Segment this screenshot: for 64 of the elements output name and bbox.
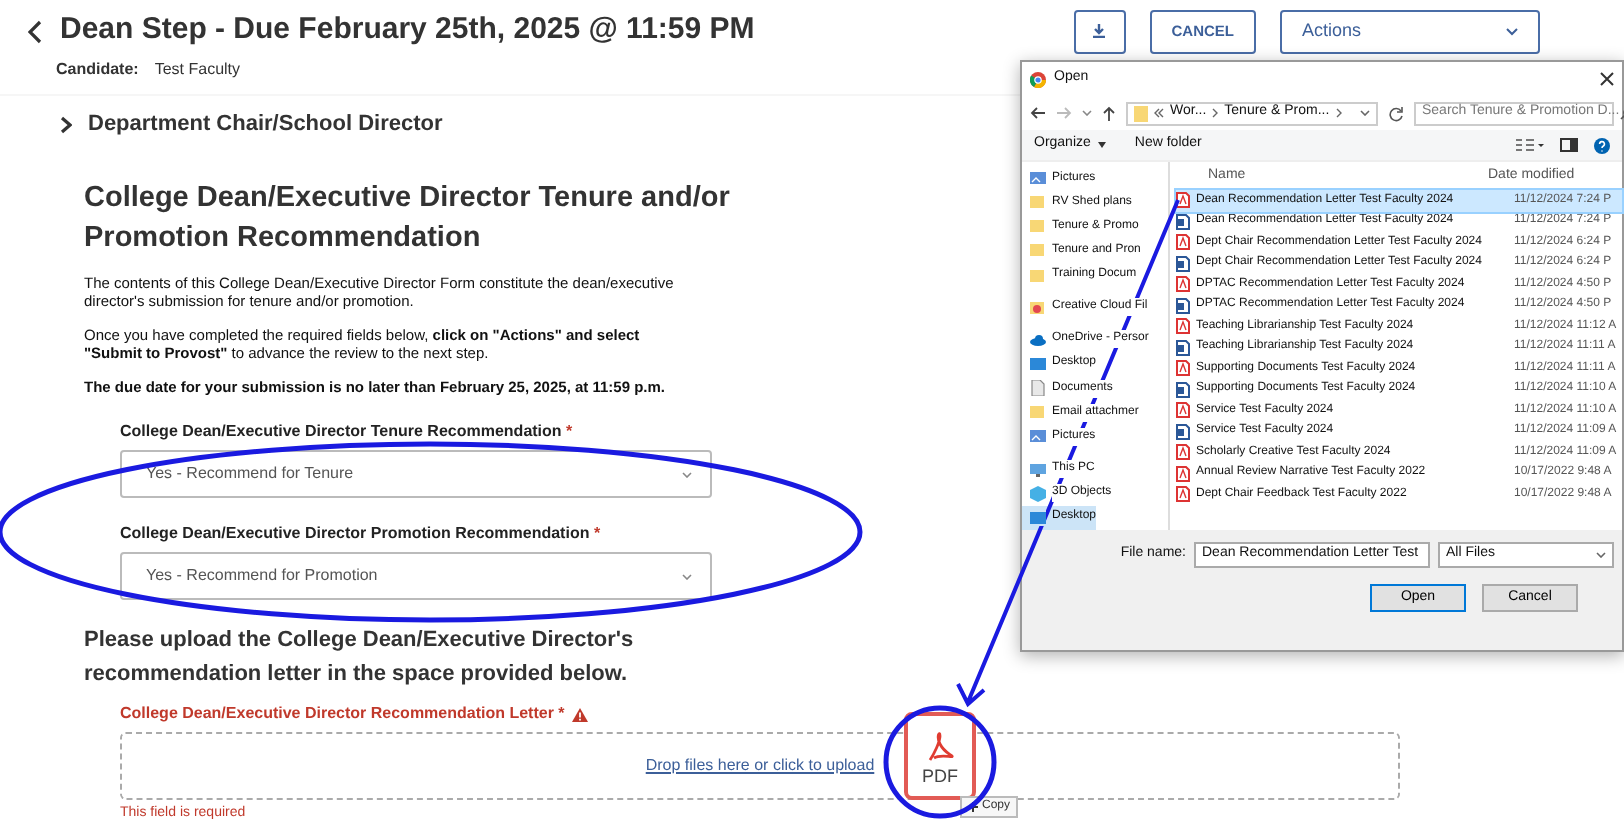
folder-icon bbox=[1030, 404, 1046, 421]
back-icon[interactable] bbox=[28, 19, 44, 43]
download-icon bbox=[1092, 24, 1107, 38]
pdf-file-icon bbox=[1176, 360, 1190, 377]
desktop-icon bbox=[1030, 355, 1046, 372]
help-icon[interactable] bbox=[1594, 137, 1610, 153]
chevron-icon[interactable] bbox=[60, 115, 72, 134]
cloud-folder-icon bbox=[1030, 299, 1046, 316]
caret-icon bbox=[1506, 27, 1518, 35]
double-chevron-icon bbox=[1154, 108, 1164, 118]
pdf-file-icon bbox=[1176, 318, 1190, 335]
word-file-icon bbox=[1176, 213, 1190, 230]
form-title: College Dean/Executive Director Tenure and/or Promotion Recommendation bbox=[84, 179, 732, 257]
pdf-file-icon bbox=[1176, 402, 1190, 419]
view-options-icon[interactable] bbox=[1516, 138, 1544, 152]
pdf-logo-icon bbox=[924, 731, 956, 763]
upload-heading: Please upload the College Dean/Executive Director's recommendation letter in the space provided below. bbox=[84, 626, 636, 690]
word-file-icon bbox=[1176, 339, 1190, 356]
upload-link[interactable]: Drop files here or click to upload bbox=[645, 754, 875, 778]
up-arrow-icon[interactable] bbox=[1102, 105, 1116, 121]
download-button[interactable] bbox=[1073, 9, 1126, 53]
cube-icon bbox=[1030, 485, 1046, 502]
back-arrow-icon[interactable] bbox=[1030, 106, 1046, 120]
word-file-icon bbox=[1176, 381, 1190, 398]
document-icon bbox=[1030, 380, 1046, 397]
caret-icon bbox=[682, 573, 692, 579]
caret-icon bbox=[1596, 552, 1606, 558]
pdf-label: PDF bbox=[922, 763, 958, 789]
word-file-icon bbox=[1176, 423, 1190, 440]
plus-icon bbox=[968, 802, 978, 812]
preview-pane-icon[interactable] bbox=[1560, 138, 1578, 152]
page-title: Dean Step - Due February 25th, 2025 @ 11:59 PM bbox=[60, 10, 755, 51]
upload-label: College Dean/Executive Director Recommendation Letter * bbox=[120, 702, 565, 726]
actions-dropdown[interactable]: Actions bbox=[1280, 9, 1540, 53]
pdf-file-icon bbox=[1176, 192, 1190, 209]
field-label: College Dean/Executive Director Tenure Recommendation * bbox=[120, 420, 573, 444]
folder-icon bbox=[1134, 105, 1148, 121]
select-field[interactable]: Yes - Recommend for Promotion bbox=[120, 552, 712, 600]
pdf-file-icon bbox=[1176, 444, 1190, 461]
section-title[interactable]: Department Chair/School Director bbox=[88, 108, 443, 141]
desktop-icon bbox=[1030, 509, 1046, 526]
candidate-label: Candidate: bbox=[56, 58, 139, 82]
caret-icon bbox=[1098, 142, 1107, 148]
computer-icon bbox=[1030, 461, 1046, 478]
pdf-file-icon bbox=[1176, 465, 1190, 482]
field-label: College Dean/Executive Director Promotion Recommendation * bbox=[120, 522, 601, 546]
word-file-icon bbox=[1176, 297, 1190, 314]
select-field[interactable]: Yes - Recommend for Tenure bbox=[120, 450, 712, 498]
close-icon[interactable] bbox=[1600, 72, 1614, 86]
browser-logo-icon bbox=[1030, 71, 1046, 87]
pdf-file-icon bbox=[1176, 234, 1190, 251]
pictures-icon bbox=[1030, 428, 1046, 445]
pdf-file-icon bbox=[1176, 276, 1190, 293]
caret-icon bbox=[682, 471, 692, 477]
pictures-icon bbox=[1030, 170, 1046, 186]
caret-icon bbox=[1360, 110, 1370, 116]
candidate-name: Test Faculty bbox=[154, 58, 241, 82]
word-file-icon bbox=[1176, 255, 1190, 272]
caret-icon[interactable] bbox=[1082, 110, 1092, 116]
cloud-icon bbox=[1030, 331, 1046, 348]
refresh-icon[interactable] bbox=[1388, 105, 1404, 121]
chevron-icon bbox=[1335, 108, 1342, 118]
pdf-file-icon bbox=[1176, 486, 1190, 503]
chevron-icon bbox=[1212, 108, 1219, 118]
